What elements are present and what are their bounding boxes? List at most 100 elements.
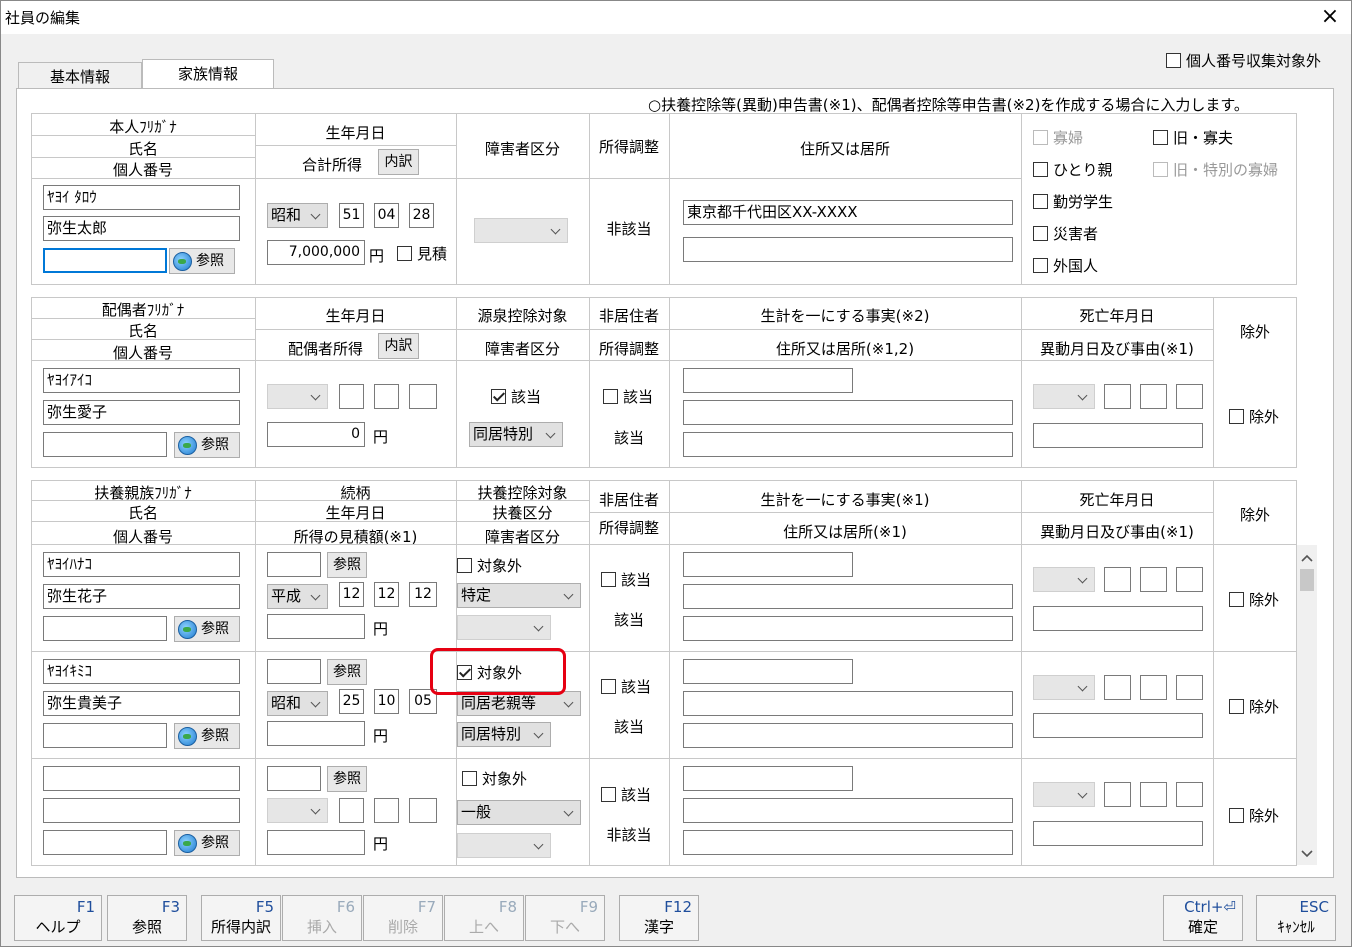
self-address-input-2[interactable] (683, 237, 1013, 262)
spouse-name-input[interactable]: 弥生愛子 (43, 400, 240, 425)
spouse-address-input-2[interactable] (683, 432, 1013, 457)
f1-help-button[interactable]: F1 ヘルプ (14, 895, 102, 941)
dep1-birth-day[interactable]: 12 (409, 582, 437, 607)
dep1-change-input[interactable] (1033, 606, 1203, 631)
spouse-birth-year[interactable] (339, 384, 364, 409)
dep1-mynumber-input[interactable] (43, 616, 167, 641)
self-disability-select[interactable] (474, 218, 568, 243)
spouse-birth-month[interactable] (374, 384, 399, 409)
dep3-name-input[interactable] (43, 798, 240, 823)
working-student-checkbox[interactable]: 勤労学生 (1033, 193, 1113, 211)
dep2-address-input-1[interactable] (683, 691, 1013, 716)
dependents-scrollbar[interactable] (1297, 545, 1317, 865)
dep3-category-select[interactable]: 一般 (457, 800, 581, 825)
dep3-address-input-2[interactable] (683, 830, 1013, 855)
spouse-exclude-checkbox[interactable]: 除外 (1229, 408, 1279, 426)
dep2-relation-input[interactable] (267, 659, 321, 684)
dep1-exclude-checkbox[interactable]: 除外 (1229, 591, 1279, 609)
self-mynumber-input[interactable] (43, 248, 167, 273)
spouse-birth-day[interactable] (409, 384, 437, 409)
dep3-mynumber-input[interactable] (43, 830, 167, 855)
dep3-death-day[interactable] (1176, 782, 1203, 807)
dep1-livelihood-input[interactable] (683, 552, 853, 577)
dep2-estimate-input[interactable] (267, 721, 365, 746)
tab-family-info[interactable]: 家族情報 (142, 59, 274, 90)
dep1-birth-month[interactable]: 12 (374, 582, 399, 607)
spouse-income-input[interactable]: 0 (267, 422, 365, 447)
dep3-birth-month[interactable] (374, 798, 399, 823)
dep3-address-input-1[interactable] (683, 798, 1013, 823)
dep3-birth-day[interactable] (409, 798, 437, 823)
spouse-livelihood-input[interactable] (683, 368, 853, 393)
spouse-nonresident-checkbox[interactable]: 該当 (603, 388, 653, 406)
dep1-category-select[interactable]: 特定 (457, 583, 581, 608)
spouse-death-month[interactable] (1140, 384, 1167, 409)
confirm-button[interactable]: Ctrl+⏎ 確定 (1163, 895, 1243, 941)
spouse-breakdown-button[interactable]: 内訳 (378, 333, 419, 359)
mynumber-exclude-checkbox[interactable]: 個人番号収集対象外 (1166, 52, 1321, 70)
self-birth-year[interactable]: 51 (339, 203, 364, 228)
dep3-death-month[interactable] (1140, 782, 1167, 807)
self-ref-button[interactable]: 参照 (169, 248, 235, 274)
self-birth-month[interactable]: 04 (374, 203, 399, 228)
spouse-change-input[interactable] (1033, 423, 1203, 448)
dep3-era-select[interactable] (267, 798, 328, 823)
dep2-change-input[interactable] (1033, 713, 1203, 738)
foreigner-checkbox[interactable]: 外国人 (1033, 257, 1098, 275)
self-name-input[interactable]: 弥生太郎 (43, 216, 240, 241)
single-parent-checkbox[interactable]: ひとり親 (1033, 161, 1113, 179)
dep3-exclude-checkbox[interactable]: 除外 (1229, 807, 1279, 825)
dep1-era-select[interactable]: 平成 (267, 584, 328, 609)
dep2-mynumber-input[interactable] (43, 723, 167, 748)
dep3-kana-input[interactable] (43, 766, 240, 791)
dep2-exclude-checkbox[interactable]: 除外 (1229, 698, 1279, 716)
self-estimate-checkbox[interactable]: 見積 (397, 245, 447, 263)
dep2-address-input-2[interactable] (683, 723, 1013, 748)
self-era-select[interactable]: 昭和 (267, 203, 328, 228)
f7-delete-button[interactable]: F7 削除 (363, 895, 443, 941)
dep2-death-day[interactable] (1176, 675, 1203, 700)
widow-checkbox[interactable]: 寡婦 (1033, 129, 1083, 147)
f3-ref-button[interactable]: F3 参照 (107, 895, 187, 941)
dep1-death-month[interactable] (1140, 567, 1167, 592)
dep3-birth-year[interactable] (339, 798, 364, 823)
f5-income-breakdown-button[interactable]: F5 所得内訳 (201, 895, 281, 941)
spouse-disability-select[interactable]: 同居特別 (469, 422, 563, 447)
f9-down-button[interactable]: F9 下へ (525, 895, 605, 941)
dep3-estimate-input[interactable] (267, 830, 365, 855)
dep2-kana-input[interactable]: ﾔﾖｲｷﾐｺ (43, 659, 240, 684)
dep2-livelihood-input[interactable] (683, 659, 853, 684)
dep3-death-era-select[interactable] (1033, 782, 1095, 807)
dep2-disability-select[interactable]: 同居特別 (457, 722, 551, 747)
spouse-death-year[interactable] (1104, 384, 1131, 409)
old-special-widow-checkbox[interactable]: 旧・特別の寡婦 (1153, 161, 1278, 179)
dep3-death-year[interactable] (1104, 782, 1131, 807)
cancel-button[interactable]: ESC ｷｬﾝｾﾙ (1256, 895, 1336, 941)
dep1-address-input-2[interactable] (683, 616, 1013, 641)
dep2-birth-year[interactable]: 25 (339, 689, 364, 714)
dep2-era-select[interactable]: 昭和 (267, 691, 328, 716)
spouse-death-era-select[interactable] (1033, 384, 1095, 409)
spouse-address-input-1[interactable] (683, 400, 1013, 425)
dep3-relation-input[interactable] (267, 766, 321, 791)
dep1-nonresident-checkbox[interactable]: 該当 (601, 571, 651, 589)
dep2-birth-month[interactable]: 10 (374, 689, 399, 714)
close-icon[interactable]: × (1317, 3, 1343, 31)
spouse-withholding-checkbox[interactable]: 該当 (491, 388, 541, 406)
dep2-death-month[interactable] (1140, 675, 1167, 700)
tab-basic-info[interactable]: 基本情報 (18, 62, 142, 90)
self-address-input-1[interactable]: 東京都千代田区XX-XXXX (683, 200, 1013, 225)
f8-up-button[interactable]: F8 上へ (444, 895, 524, 941)
self-kana-input[interactable]: ﾔﾖｲ ﾀﾛｳ (43, 185, 240, 210)
spouse-era-select[interactable] (267, 384, 328, 409)
dep3-relation-ref-button[interactable]: 参照 (327, 766, 367, 792)
self-birth-day[interactable]: 28 (409, 203, 434, 228)
dep2-death-era-select[interactable] (1033, 675, 1095, 700)
dep3-nonresident-checkbox[interactable]: 該当 (601, 786, 651, 804)
dep2-death-year[interactable] (1104, 675, 1131, 700)
dep1-disability-select[interactable] (457, 615, 551, 640)
dep3-ref-button[interactable]: 参照 (174, 830, 240, 856)
spouse-mynumber-input[interactable] (43, 432, 167, 457)
dep1-relation-ref-button[interactable]: 参照 (327, 552, 367, 578)
dep1-estimate-input[interactable] (267, 614, 365, 639)
